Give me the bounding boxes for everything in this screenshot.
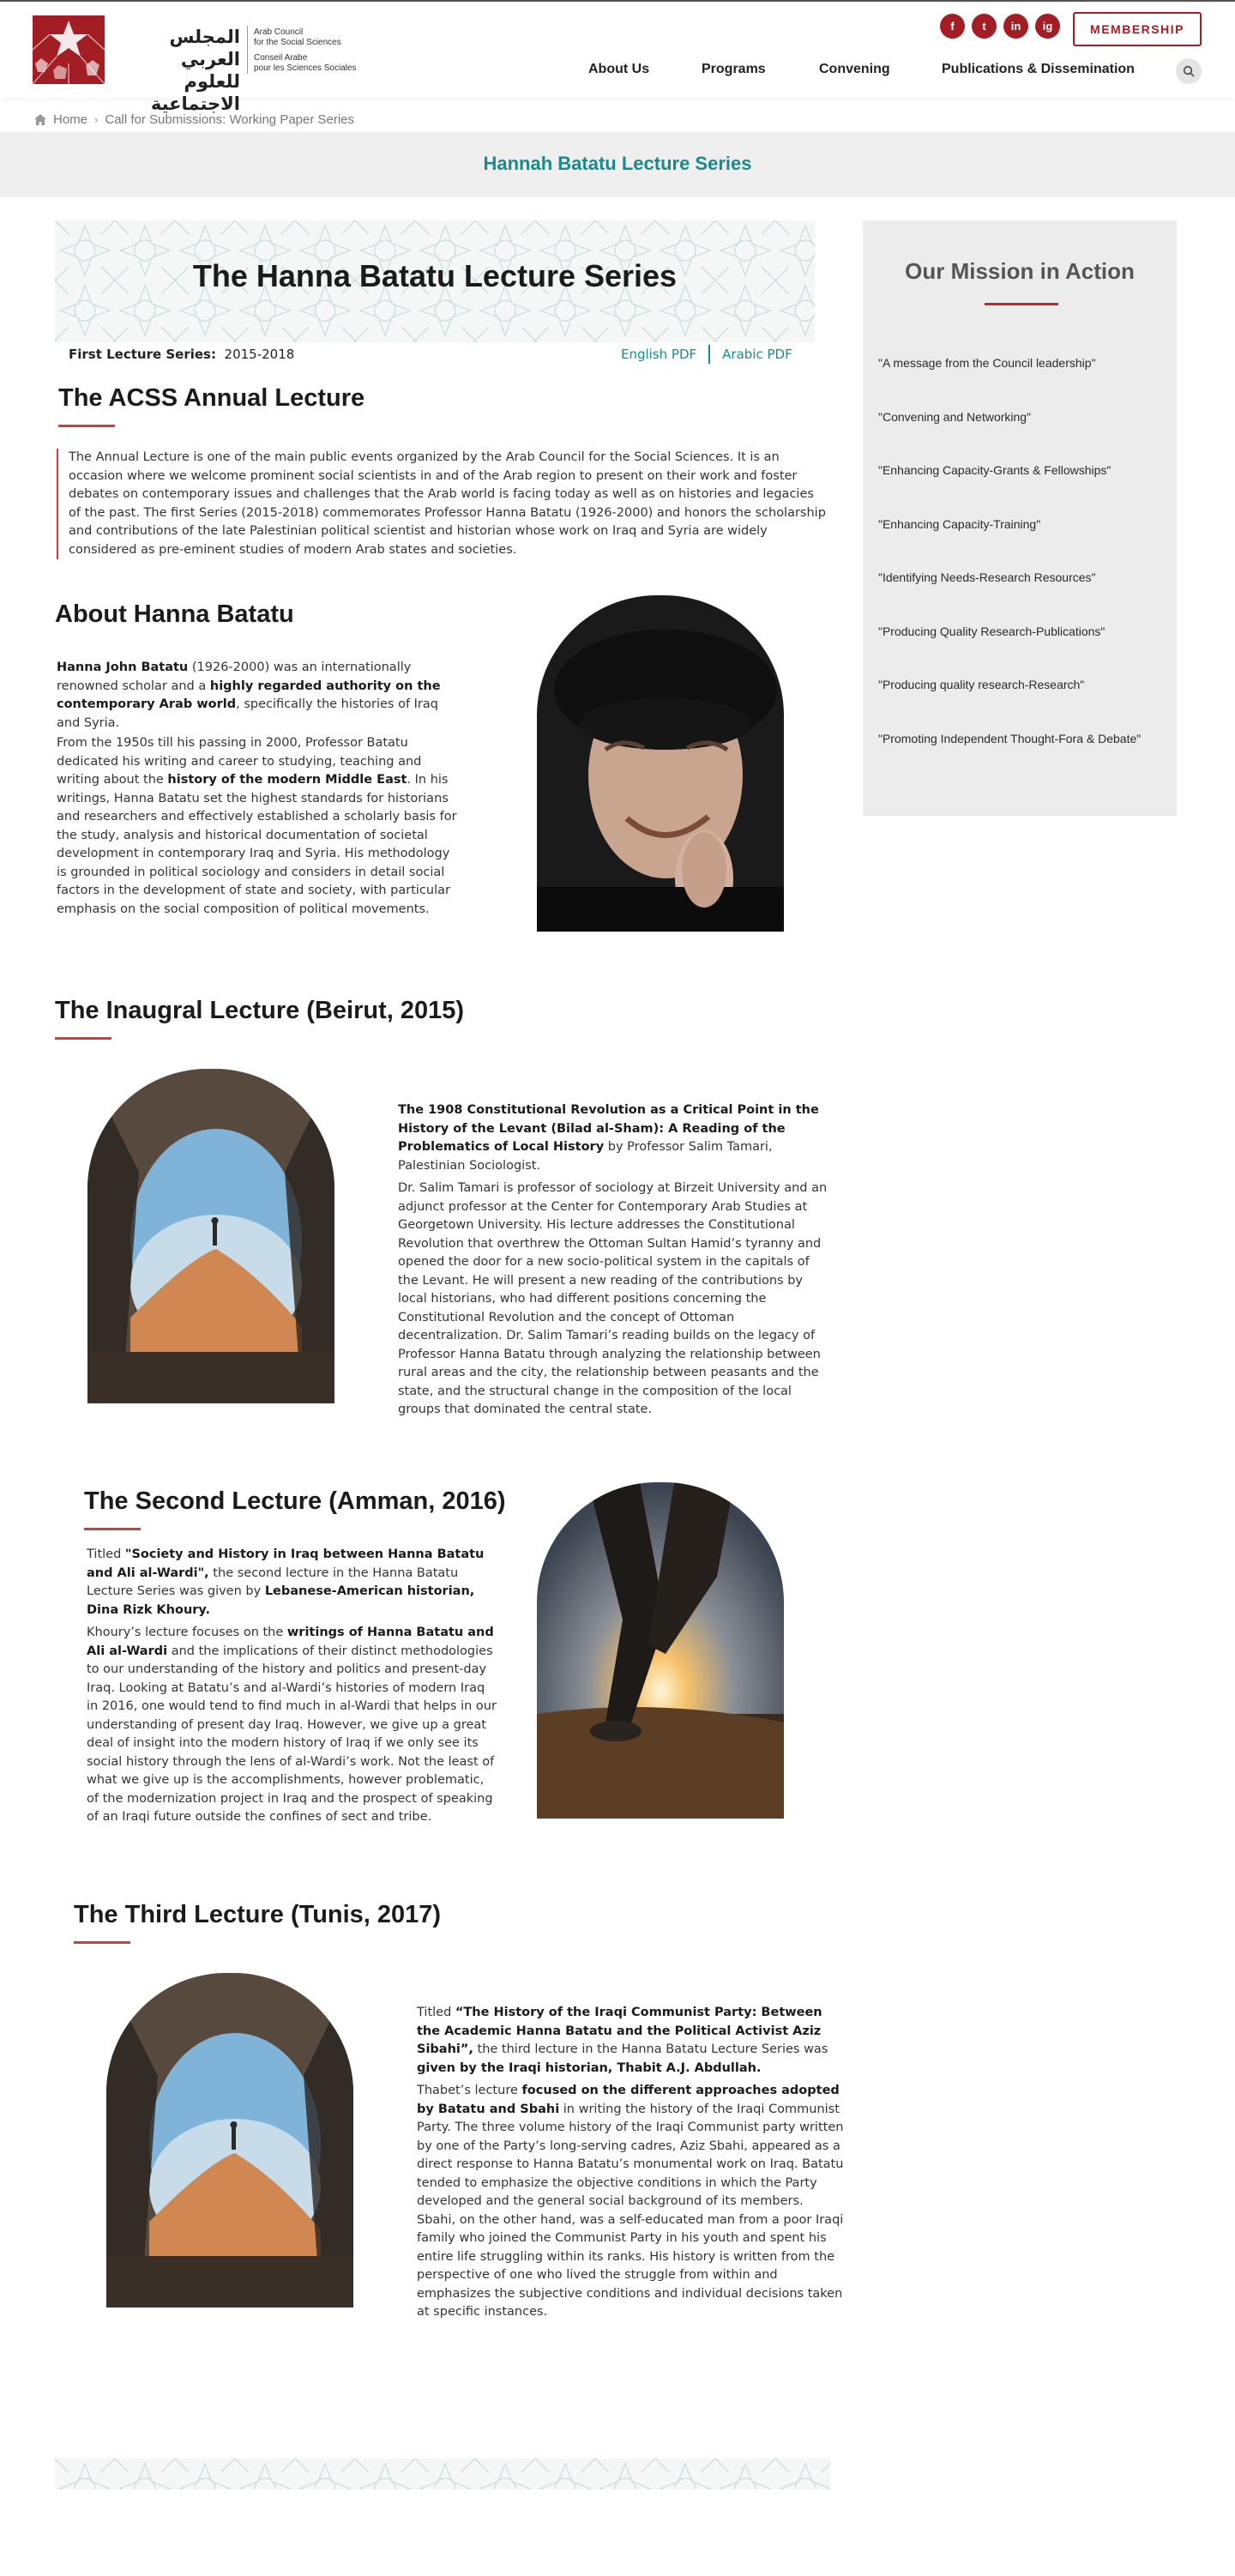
- breadcrumb-current: Call for Submissions: Working Paper Seri…: [105, 112, 355, 127]
- inaugural-text: The 1908 Constitutional Revolution as a …: [398, 1103, 828, 1416]
- home-icon: [34, 114, 46, 125]
- search-icon: [1183, 65, 1195, 77]
- chevron-right-icon: ›: [94, 113, 99, 126]
- heading-underline: [84, 1528, 141, 1530]
- social-links: f t in ig: [940, 14, 1060, 39]
- nav-convening[interactable]: Convening: [819, 62, 890, 77]
- english-pdf-link[interactable]: English PDF: [621, 347, 696, 362]
- instagram-icon[interactable]: ig: [1035, 14, 1060, 39]
- sidebar-item-leadership[interactable]: "A message from the Council leadership": [878, 354, 1161, 371]
- membership-button[interactable]: MEMBERSHIP: [1073, 12, 1202, 46]
- about-heading: About Hanna Batatu: [55, 600, 294, 628]
- page-title-band: Hannah Batatu Lecture Series: [0, 132, 1235, 197]
- sidebar-item-research[interactable]: "Producing quality research-Research": [878, 676, 1161, 693]
- batatu-portrait: [537, 595, 784, 932]
- annual-lecture-text: The Annual Lecture is one of the main pu…: [57, 449, 827, 559]
- sunset-walker-image: [537, 1482, 784, 1819]
- annual-lecture-heading: The ACSS Annual Lecture: [58, 384, 365, 412]
- second-lecture-text: Titled "Society and History in Iraq betw…: [87, 1547, 497, 1824]
- twitter-icon[interactable]: t: [972, 14, 997, 39]
- third-lecture-text: Titled “The History of the Iraqi Communi…: [417, 2006, 844, 2319]
- heading-underline: [74, 1941, 130, 1944]
- linkedin-icon[interactable]: in: [1003, 14, 1028, 39]
- first-series-info: First Lecture Series: 2015-2018: [69, 347, 295, 362]
- sidebar-title: Our Mission in Action: [905, 258, 1135, 284]
- sidebar-item-training[interactable]: "Enhancing Capacity-Training": [878, 516, 1161, 533]
- sidebar-item-convening[interactable]: "Convening and Networking": [878, 408, 1161, 425]
- nav-about-us[interactable]: About Us: [588, 62, 649, 77]
- sidebar-title-underline: [985, 303, 1058, 305]
- breadcrumb: Home › Call for Submissions: Working Pap…: [34, 112, 354, 127]
- arabic-pdf-link[interactable]: Arabic PDF: [722, 347, 792, 362]
- inaugural-image: [87, 1069, 334, 1403]
- search-button[interactable]: [1176, 58, 1202, 84]
- footer-pattern-strip: [55, 2458, 830, 2489]
- third-lecture-image: [106, 1973, 353, 2308]
- breadcrumb-home[interactable]: Home: [53, 112, 87, 127]
- heading-underline: [55, 1037, 111, 1040]
- third-lecture-heading: The Third Lecture (Tunis, 2017): [74, 1901, 442, 1928]
- tent-desert-image-2: [106, 1973, 353, 2308]
- page-title: Hannah Batatu Lecture Series: [483, 153, 752, 174]
- sidebar-item-publications[interactable]: "Producing Quality Research-Publications…: [878, 623, 1161, 640]
- inaugural-heading: The Inaugral Lecture (Beirut, 2015): [55, 997, 465, 1024]
- heading-underline: [58, 425, 115, 427]
- facebook-icon[interactable]: f: [940, 14, 965, 39]
- portrait-image: [537, 595, 784, 932]
- pdf-divider: [708, 345, 711, 364]
- site-header: المجلس العربي للعلوم الاجتماعية Arab Cou…: [0, 2, 1235, 114]
- second-lecture-heading: The Second Lecture (Amman, 2016): [84, 1487, 506, 1515]
- second-lecture-image: [537, 1482, 784, 1819]
- sidebar-item-grants[interactable]: "Enhancing Capacity-Grants & Fellowships…: [878, 462, 1161, 479]
- nav-programs[interactable]: Programs: [702, 62, 766, 77]
- nav-publications[interactable]: Publications & Dissemination: [942, 62, 1135, 77]
- about-text: Hanna John Batatu (1926-2000) was an int…: [57, 661, 457, 916]
- sidebar-item-fora-debate[interactable]: "Promoting Independent Thought-Fora & De…: [878, 730, 1161, 747]
- mission-sidebar: Our Mission in Action "A message from th…: [863, 220, 1177, 816]
- pdf-links: English PDF Arabic PDF: [621, 345, 792, 364]
- series-banner: The Hanna Batatu Lecture Series: [55, 220, 815, 342]
- main-nav: About Us Programs Convening Publications…: [0, 62, 1235, 87]
- sidebar-item-research-resources[interactable]: "Identifying Needs-Research Resources": [878, 569, 1161, 586]
- banner-title: The Hanna Batatu Lecture Series: [192, 258, 678, 293]
- tent-desert-image: [87, 1069, 334, 1403]
